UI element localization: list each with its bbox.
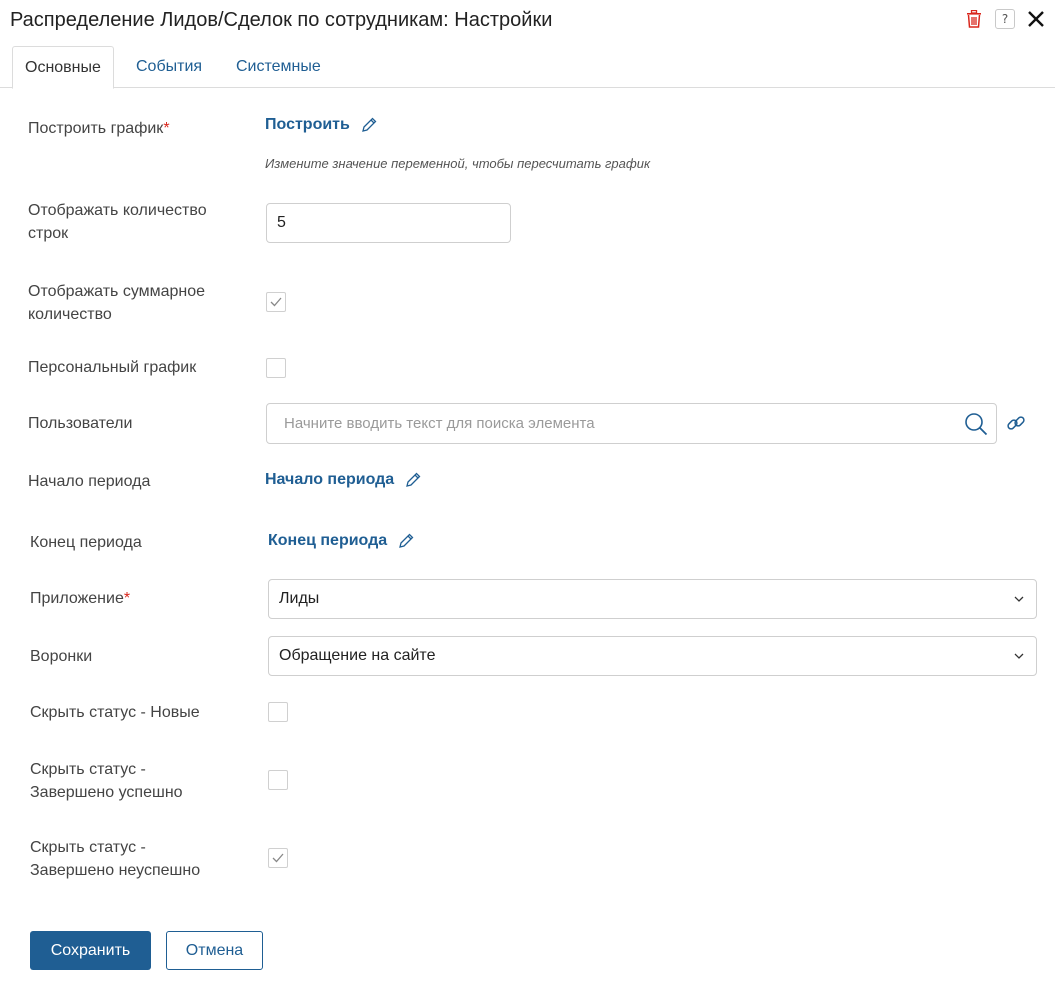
show-total-label: Отображать суммарное количество bbox=[28, 280, 205, 326]
header-actions: ? bbox=[963, 8, 1047, 30]
personal-chart-checkbox[interactable] bbox=[266, 358, 286, 378]
hide-success-checkbox[interactable] bbox=[268, 770, 288, 790]
tab-bar: Основные События Системные bbox=[0, 46, 1055, 89]
period-end-label: Конец периода bbox=[30, 534, 142, 551]
application-select[interactable]: Лиды bbox=[268, 579, 1037, 619]
required-mark: * bbox=[163, 120, 170, 137]
chevron-down-icon[interactable] bbox=[1014, 596, 1024, 602]
hide-new-label: Скрыть статус - Новые bbox=[30, 704, 200, 721]
funnels-select-value[interactable]: Обращение на сайте bbox=[279, 647, 435, 665]
pencil-icon[interactable] bbox=[397, 532, 415, 550]
rows-count-value[interactable]: 5 bbox=[277, 214, 286, 232]
hide-fail-label-line2: Завершено неуспешно bbox=[30, 862, 201, 879]
close-icon[interactable] bbox=[1025, 8, 1047, 30]
application-label: Приложение* bbox=[30, 587, 130, 610]
check-icon bbox=[270, 297, 282, 307]
build-chart-link[interactable]: Построить bbox=[265, 116, 378, 134]
link-icon[interactable] bbox=[1006, 413, 1026, 438]
personal-chart-label: Персональный график bbox=[28, 359, 197, 376]
application-select-value[interactable]: Лиды bbox=[279, 590, 319, 608]
application-label-text: Приложение bbox=[30, 590, 124, 607]
tab-system[interactable]: Системные bbox=[224, 46, 333, 88]
build-chart-label-text: Построить график bbox=[28, 120, 164, 137]
build-chart-link-text[interactable]: Построить bbox=[265, 116, 350, 134]
rows-count-label-line1: Отображать количество bbox=[28, 202, 207, 219]
hide-new-checkbox[interactable] bbox=[268, 702, 288, 722]
pencil-icon[interactable] bbox=[404, 471, 422, 489]
period-end-link-text[interactable]: Конец периода bbox=[268, 532, 387, 550]
hide-fail-label: Скрыть статус - Завершено неуспешно bbox=[30, 836, 200, 882]
save-button[interactable]: Сохранить bbox=[30, 931, 151, 970]
funnels-select[interactable]: Обращение на сайте bbox=[268, 636, 1037, 676]
cancel-button[interactable]: Отмена bbox=[166, 931, 263, 970]
delete-icon[interactable] bbox=[963, 8, 985, 30]
hide-success-label: Скрыть статус - Завершено успешно bbox=[30, 758, 183, 804]
tab-main[interactable]: Основные bbox=[12, 46, 114, 89]
rows-count-label: Отображать количество строк bbox=[28, 199, 207, 245]
period-start-link-text[interactable]: Начало периода bbox=[265, 471, 394, 489]
check-icon bbox=[272, 853, 284, 863]
users-search-placeholder[interactable]: Начните вводить текст для поиска элемент… bbox=[284, 415, 595, 432]
dialog-title: Распределение Лидов/Сделок по сотрудника… bbox=[10, 9, 553, 31]
show-total-label-line2: количество bbox=[28, 306, 112, 323]
period-start-label: Начало периода bbox=[28, 473, 151, 490]
search-icon[interactable] bbox=[964, 412, 988, 436]
rows-count-input[interactable]: 5 bbox=[266, 203, 511, 243]
show-total-checkbox[interactable] bbox=[266, 292, 286, 312]
hide-success-label-line1: Скрыть статус - bbox=[30, 761, 146, 778]
users-search-input[interactable]: Начните вводить текст для поиска элемент… bbox=[266, 403, 997, 444]
tab-events[interactable]: События bbox=[124, 46, 214, 88]
funnels-label: Воронки bbox=[30, 648, 93, 665]
hide-success-label-line2: Завершено успешно bbox=[30, 784, 183, 801]
show-total-label-line1: Отображать суммарное bbox=[28, 283, 206, 300]
period-start-link[interactable]: Начало периода bbox=[265, 471, 422, 489]
build-chart-label: Построить график* bbox=[28, 117, 170, 140]
build-chart-hint: Измените значение переменной, чтобы пере… bbox=[265, 156, 651, 171]
hide-fail-checkbox[interactable] bbox=[268, 848, 288, 868]
chevron-down-icon[interactable] bbox=[1014, 653, 1024, 659]
pencil-icon[interactable] bbox=[360, 116, 378, 134]
hide-fail-label-line1: Скрыть статус - bbox=[30, 839, 146, 856]
rows-count-label-line2: строк bbox=[28, 225, 69, 242]
period-end-link[interactable]: Конец периода bbox=[268, 532, 415, 550]
help-icon[interactable]: ? bbox=[995, 9, 1015, 29]
users-label: Пользователи bbox=[28, 415, 133, 432]
required-mark: * bbox=[123, 590, 131, 607]
